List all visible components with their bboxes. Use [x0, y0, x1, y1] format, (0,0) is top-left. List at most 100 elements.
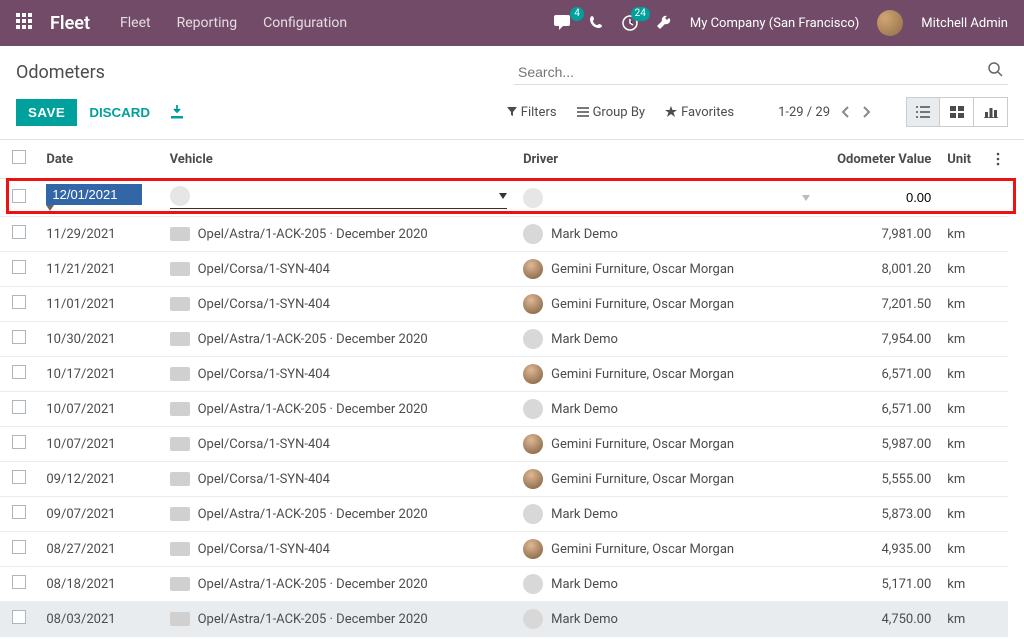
cell-odometer[interactable]: 4,750.00 — [818, 602, 939, 637]
cell-odometer[interactable]: 7,954.00 — [818, 322, 939, 357]
table-row[interactable]: 11/29/2021 Opel/Astra/1-ACK-205 · Decemb… — [0, 217, 1008, 252]
table-wrap[interactable]: Date Vehicle Driver Odometer Value Unit — [0, 139, 1024, 639]
pager-next[interactable] — [862, 106, 870, 118]
row-checkbox[interactable] — [12, 575, 26, 589]
row-checkbox[interactable] — [12, 505, 26, 519]
cell-driver[interactable]: Gemini Furniture, Oscar Morgan — [515, 427, 818, 462]
cell-vehicle[interactable]: Opel/Astra/1-ACK-205 · December 2020 — [162, 392, 516, 427]
cell-vehicle[interactable]: Opel/Astra/1-ACK-205 · December 2020 — [162, 322, 516, 357]
row-checkbox[interactable] — [12, 435, 26, 449]
cell-odometer[interactable]: 7,201.50 — [818, 287, 939, 322]
pager-prev[interactable] — [842, 106, 850, 118]
user-avatar[interactable] — [877, 10, 903, 36]
save-button[interactable]: SAVE — [16, 99, 77, 126]
table-row[interactable]: 08/03/2021 Opel/Astra/1-ACK-205 · Decemb… — [0, 602, 1008, 637]
filters-button[interactable]: Filters — [507, 105, 557, 120]
cell-vehicle[interactable]: Opel/Astra/1-ACK-205 · December 2020 — [162, 602, 516, 637]
cell-driver[interactable]: Gemini Furniture, Oscar Morgan — [515, 287, 818, 322]
cell-date[interactable]: 08/27/2021 — [38, 532, 161, 567]
cell-driver[interactable]: Mark Demo — [515, 567, 818, 602]
row-checkbox[interactable] — [12, 295, 26, 309]
messages-icon[interactable]: 4 — [554, 15, 572, 31]
row-checkbox[interactable] — [12, 330, 26, 344]
cell-driver[interactable]: Gemini Furniture, Oscar Morgan — [515, 462, 818, 497]
cell-odometer[interactable]: 4,935.00 — [818, 532, 939, 567]
nav-fleet[interactable]: Fleet — [120, 15, 151, 31]
nav-reporting[interactable]: Reporting — [177, 15, 238, 31]
cell-date[interactable]: 11/01/2021 — [38, 287, 161, 322]
cell-odometer[interactable]: 6,571.00 — [818, 357, 939, 392]
company-selector[interactable]: My Company (San Francisco) — [690, 16, 859, 31]
cell-date[interactable]: 10/30/2021 — [38, 322, 161, 357]
debug-icon[interactable] — [656, 15, 672, 31]
cell-vehicle[interactable]: Opel/Astra/1-ACK-205 · December 2020 — [162, 217, 516, 252]
groupby-button[interactable]: Group By — [577, 105, 646, 120]
table-row[interactable]: 11/01/2021 Opel/Corsa/1-SYN-404 Gemini F… — [0, 287, 1008, 322]
cell-driver[interactable]: Gemini Furniture, Oscar Morgan — [515, 357, 818, 392]
phone-icon[interactable] — [590, 16, 604, 30]
cell-date[interactable]: 09/07/2021 — [38, 497, 161, 532]
cell-driver[interactable]: Mark Demo — [515, 497, 818, 532]
cell-odometer[interactable]: 8,001.20 — [818, 252, 939, 287]
vehicle-dropdown-icon[interactable] — [499, 193, 507, 199]
row-checkbox[interactable] — [12, 470, 26, 484]
activities-icon[interactable]: 24 — [622, 15, 638, 31]
col-driver[interactable]: Driver — [515, 140, 818, 179]
cell-vehicle[interactable]: Opel/Astra/1-ACK-205 · December 2020 — [162, 497, 516, 532]
cell-driver[interactable]: Gemini Furniture, Oscar Morgan — [515, 252, 818, 287]
row-checkbox[interactable] — [12, 365, 26, 379]
cell-date[interactable]: 08/18/2021 — [38, 567, 161, 602]
search-input[interactable] — [514, 60, 1008, 85]
cell-odometer[interactable]: 5,987.00 — [818, 427, 939, 462]
cell-date[interactable]: 11/29/2021 — [38, 217, 161, 252]
favorites-button[interactable]: Favorites — [665, 105, 734, 120]
col-options[interactable] — [988, 140, 1008, 179]
date-dropdown-icon[interactable] — [46, 205, 153, 211]
cell-vehicle[interactable]: Opel/Corsa/1-SYN-404 — [162, 252, 516, 287]
nav-configuration[interactable]: Configuration — [263, 15, 347, 31]
cell-odometer[interactable]: 5,171.00 — [818, 567, 939, 602]
cell-driver[interactable]: Mark Demo — [515, 602, 818, 637]
cell-date[interactable]: 08/03/2021 — [38, 602, 161, 637]
cell-driver[interactable]: Mark Demo — [515, 392, 818, 427]
cell-vehicle[interactable]: Opel/Corsa/1-SYN-404 — [162, 532, 516, 567]
cell-date[interactable]: 11/21/2021 — [38, 252, 161, 287]
new-row[interactable] — [0, 179, 1008, 217]
table-row[interactable]: 08/27/2021 Opel/Corsa/1-SYN-404 Gemini F… — [0, 532, 1008, 567]
row-checkbox[interactable] — [12, 225, 26, 239]
row-checkbox[interactable] — [12, 260, 26, 274]
col-odometer[interactable]: Odometer Value — [818, 140, 939, 179]
cell-date[interactable]: 10/07/2021 — [38, 427, 161, 462]
date-input[interactable] — [46, 184, 142, 205]
row-checkbox[interactable] — [12, 540, 26, 554]
search-icon[interactable] — [988, 62, 1004, 78]
cell-driver[interactable]: Mark Demo — [515, 217, 818, 252]
apps-icon[interactable] — [16, 13, 36, 33]
view-kanban[interactable] — [940, 97, 974, 127]
row-checkbox[interactable] — [12, 610, 26, 624]
table-row[interactable]: 10/30/2021 Opel/Astra/1-ACK-205 · Decemb… — [0, 322, 1008, 357]
cell-driver[interactable]: Gemini Furniture, Oscar Morgan — [515, 532, 818, 567]
odometer-input[interactable] — [831, 190, 931, 205]
table-row[interactable]: 09/12/2021 Opel/Corsa/1-SYN-404 Gemini F… — [0, 462, 1008, 497]
cell-vehicle[interactable]: Opel/Corsa/1-SYN-404 — [162, 427, 516, 462]
table-row[interactable]: 08/18/2021 Opel/Astra/1-ACK-205 · Decemb… — [0, 567, 1008, 602]
driver-dropdown-icon[interactable] — [802, 195, 810, 201]
view-graph[interactable] — [974, 97, 1008, 127]
cell-vehicle[interactable]: Opel/Corsa/1-SYN-404 — [162, 462, 516, 497]
cell-date[interactable]: 10/17/2021 — [38, 357, 161, 392]
row-checkbox[interactable] — [12, 189, 26, 203]
view-list[interactable] — [906, 97, 940, 127]
table-row[interactable]: 10/17/2021 Opel/Corsa/1-SYN-404 Gemini F… — [0, 357, 1008, 392]
col-unit[interactable]: Unit — [939, 140, 987, 179]
cell-date[interactable]: 10/07/2021 — [38, 392, 161, 427]
table-row[interactable]: 10/07/2021 Opel/Astra/1-ACK-205 · Decemb… — [0, 392, 1008, 427]
cell-odometer[interactable]: 7,981.00 — [818, 217, 939, 252]
cell-odometer[interactable]: 6,571.00 — [818, 392, 939, 427]
row-checkbox[interactable] — [12, 400, 26, 414]
select-all-checkbox[interactable] — [12, 150, 26, 164]
discard-button[interactable]: DISCARD — [77, 99, 162, 126]
table-row[interactable]: 11/21/2021 Opel/Corsa/1-SYN-404 Gemini F… — [0, 252, 1008, 287]
export-icon[interactable] — [170, 105, 184, 119]
brand[interactable]: Fleet — [50, 13, 90, 34]
